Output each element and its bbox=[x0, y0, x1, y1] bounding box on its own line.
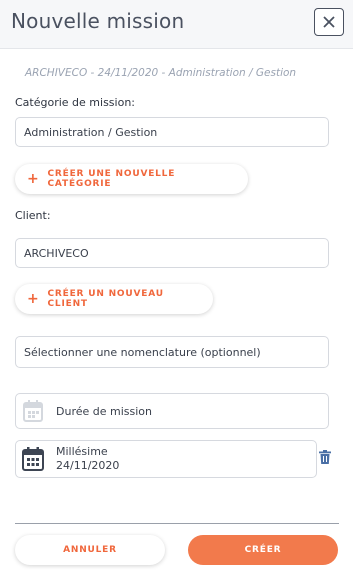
modal-title: Nouvelle mission bbox=[11, 9, 185, 33]
create-category-label: CRÉER UNE NOUVELLE CATÉGORIE bbox=[47, 169, 176, 189]
plus-icon: + bbox=[27, 171, 40, 187]
category-label: Catégorie de mission: bbox=[15, 96, 136, 109]
category-value: Administration / Gestion bbox=[24, 125, 158, 139]
trash-icon[interactable] bbox=[319, 450, 331, 464]
close-icon bbox=[323, 16, 335, 28]
calendar-icon bbox=[22, 447, 44, 471]
plus-icon: + bbox=[27, 291, 40, 307]
category-select[interactable]: Administration / Gestion bbox=[15, 117, 329, 147]
nomenclature-select[interactable]: Sélectionner une nomenclature (optionnel… bbox=[15, 336, 329, 368]
duration-field[interactable]: Durée de mission bbox=[15, 393, 329, 429]
mission-summary: ARCHIVECO - 24/11/2020 - Administration … bbox=[25, 67, 297, 79]
client-value: ARCHIVECO bbox=[24, 246, 89, 260]
millesime-field[interactable]: Millésime 24/11/2020 bbox=[15, 440, 317, 478]
create-client-button[interactable]: + CRÉER UN NOUVEAU CLIENT bbox=[15, 284, 213, 314]
nomenclature-placeholder: Sélectionner une nomenclature (optionnel… bbox=[24, 345, 261, 359]
duration-placeholder: Durée de mission bbox=[56, 405, 152, 418]
client-select[interactable]: ARCHIVECO bbox=[15, 238, 329, 268]
footer-divider bbox=[15, 523, 339, 524]
cancel-button[interactable]: ANNULER bbox=[15, 535, 165, 565]
client-label: Client: bbox=[15, 209, 51, 222]
create-button[interactable]: CRÉER bbox=[188, 535, 338, 565]
calendar-icon bbox=[23, 400, 43, 422]
create-client-label: CRÉER UN NOUVEAU CLIENT bbox=[47, 289, 164, 309]
millesime-value: 24/11/2020 bbox=[56, 459, 120, 472]
close-button[interactable] bbox=[314, 8, 344, 36]
create-category-button[interactable]: + CRÉER UNE NOUVELLE CATÉGORIE bbox=[15, 164, 248, 194]
modal-header: Nouvelle mission bbox=[0, 0, 353, 49]
millesime-label: Millésime bbox=[56, 445, 108, 458]
